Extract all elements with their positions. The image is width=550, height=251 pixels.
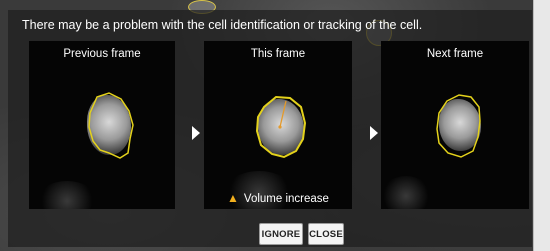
previous-frame-panel: Previous frame: [29, 41, 175, 209]
this-frame-panel: This frame ▲ Volume increase: [204, 41, 352, 209]
dialog-message: There may be a problem with the cell ide…: [22, 18, 423, 32]
tracking-line: [279, 100, 287, 128]
next-arrow-icon: [370, 126, 378, 140]
warning-text: Volume increase: [243, 193, 329, 205]
frame-comparison: Previous frame This frame ▲ Volume increa…: [29, 41, 537, 209]
cell-outline: [436, 94, 481, 158]
next-frame-panel: Next frame: [381, 41, 529, 209]
ignore-button[interactable]: IGNORE: [259, 223, 303, 245]
warning-icon: ▲: [227, 191, 239, 205]
cell-outline: [255, 95, 307, 159]
close-button[interactable]: CLOSE: [308, 223, 344, 245]
tracking-point: [278, 125, 282, 129]
volume-warning: ▲ Volume increase: [204, 191, 352, 205]
cell-outline: [88, 92, 134, 159]
next-arrow-icon: [192, 126, 200, 140]
